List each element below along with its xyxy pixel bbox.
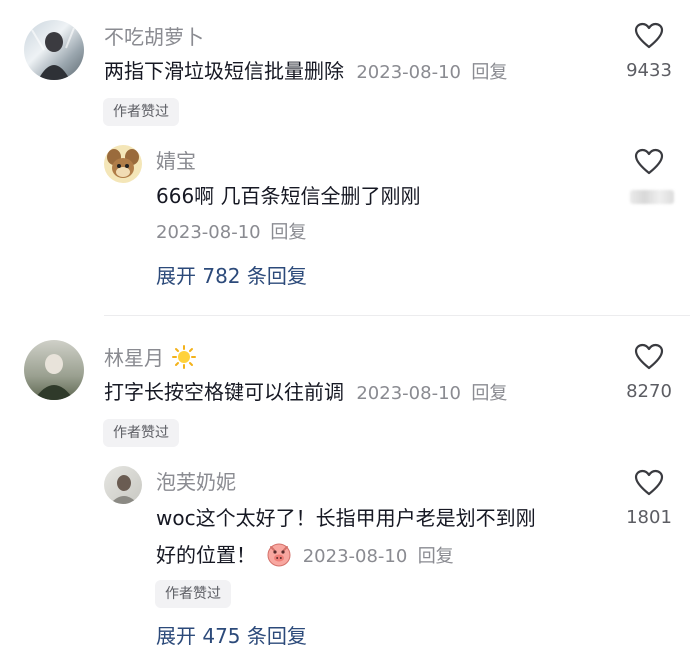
expand-replies-button[interactable]: 展开 475 条回复: [156, 624, 307, 648]
author-liked-badge: 作者赞过: [103, 98, 179, 126]
reply-date: 2023-08-10: [302, 546, 408, 567]
reply-text: 666啊 几百条短信全删了刚刚: [156, 184, 421, 208]
comment-text: 打字长按空格键可以往前调 2023-08-10 回复: [104, 380, 507, 406]
pig-emoji-icon: [267, 543, 291, 567]
blurred-like-count: [630, 190, 674, 204]
reply-avatar[interactable]: [104, 145, 142, 183]
heart-icon[interactable]: [634, 343, 664, 371]
like-count: 9433: [626, 60, 672, 81]
reply-button[interactable]: 回复: [471, 383, 507, 404]
reply-avatar[interactable]: [104, 466, 142, 504]
comment-username[interactable]: 不吃胡萝卜: [104, 25, 204, 49]
comment-text: 两指下滑垃圾短信批量删除 2023-08-10 回复: [104, 59, 507, 85]
comment-date: 2023-08-10: [356, 383, 461, 404]
comment-body: 打字长按空格键可以往前调: [104, 380, 344, 404]
reply-meta: 2023-08-10 回复: [156, 222, 306, 244]
avatar-photo-icon: [110, 475, 138, 504]
heart-icon[interactable]: [634, 22, 664, 50]
cartoon-mouse-avatar-icon: [107, 149, 139, 178]
comment-body: 两指下滑垃圾短信批量删除: [104, 59, 344, 83]
reply-text-line2: 好的位置！ 2023-08-10 回复: [156, 543, 454, 567]
like-count: 1801: [626, 507, 672, 528]
sun-emoji-icon: [172, 345, 197, 369]
comment-date: 2023-08-10: [356, 62, 461, 83]
avatar-photo-icon: [34, 354, 74, 400]
like-count: 8270: [626, 381, 672, 402]
reply-button[interactable]: 回复: [471, 62, 507, 83]
author-liked-badge: 作者赞过: [155, 580, 231, 608]
reply-date: 2023-08-10: [156, 222, 261, 243]
author-liked-badge: 作者赞过: [103, 419, 179, 447]
heart-icon[interactable]: [634, 148, 664, 176]
heart-icon[interactable]: [634, 469, 664, 497]
comment-username[interactable]: 林星月: [104, 345, 197, 370]
reply-button[interactable]: 回复: [270, 222, 306, 243]
avatar-photo-icon: [31, 27, 75, 80]
reply-text-line1: woc这个太好了！长指甲用户老是划不到刚: [156, 506, 536, 530]
reply-username[interactable]: 泡芙奶妮: [156, 470, 236, 494]
reply-username[interactable]: 婧宝: [156, 149, 196, 173]
expand-replies-button[interactable]: 展开 782 条回复: [156, 264, 307, 288]
avatar[interactable]: [24, 340, 84, 400]
avatar[interactable]: [24, 20, 84, 80]
divider: [104, 315, 690, 316]
reply-button[interactable]: 回复: [418, 546, 454, 567]
